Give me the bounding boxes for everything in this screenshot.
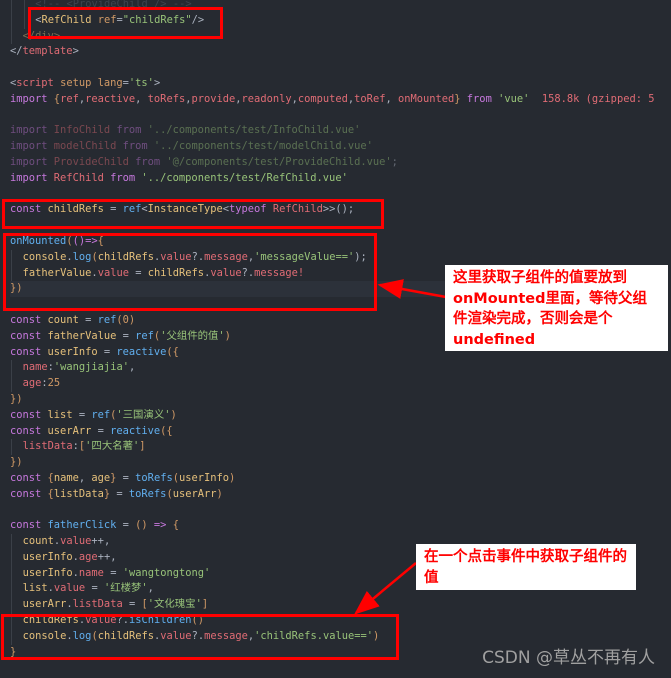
arrow-to-onmounted xyxy=(377,279,447,299)
arrow-to-click-handler xyxy=(354,562,417,615)
annotation-onmounted: 这里获取子组件的值要放到onMounted里面，等待父组件渲染完成，否则会是个u… xyxy=(445,265,668,351)
watermark: CSDN @草丛不再有人 xyxy=(482,648,655,668)
annotation-click-event: 在一个点击事件中获取子组件的值 xyxy=(416,544,636,590)
